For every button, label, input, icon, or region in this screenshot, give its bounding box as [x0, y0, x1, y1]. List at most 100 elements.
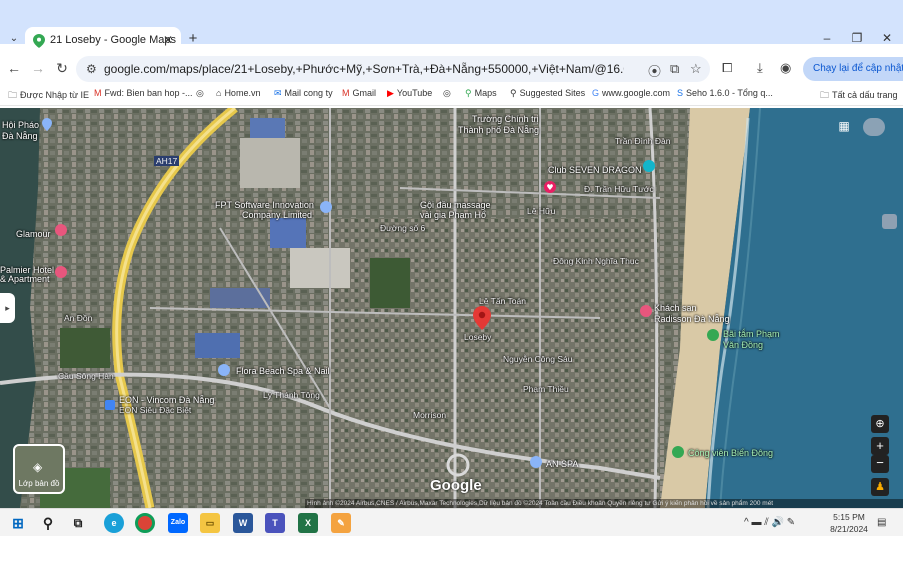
spa-poi-icon[interactable]	[643, 159, 655, 173]
map-label[interactable]: & Apartment	[0, 274, 50, 284]
restore-button[interactable]: ❐	[850, 31, 864, 45]
bookmark-item[interactable]: ◎	[443, 88, 454, 99]
map-label[interactable]: EON - Vincom Đà Nẵng	[119, 395, 214, 405]
notification-icon[interactable]: ▤	[877, 517, 886, 528]
file-explorer-icon[interactable]: ▭	[200, 513, 220, 533]
bookmark-item[interactable]: ✉ Mail cong ty	[274, 88, 333, 99]
pegman-icon[interactable]: ♟	[871, 478, 889, 496]
minimize-button[interactable]: –	[820, 31, 834, 45]
map-label[interactable]: AN SPA	[546, 459, 578, 469]
tab-search-button[interactable]: ⌄	[6, 31, 22, 47]
system-tray[interactable]: ^ ▬ ⫽ 🔊 ✎	[744, 517, 795, 528]
close-window-button[interactable]: ✕	[880, 31, 894, 45]
bookmark-item[interactable]: M Gmail	[342, 88, 376, 98]
location-icon[interactable]: ⦿	[648, 61, 661, 80]
beach-poi-icon[interactable]	[707, 328, 719, 342]
street-label: Lê Hữu	[527, 206, 556, 216]
relaunch-update-button[interactable]: Chạy lại để cập nhật ⋮	[803, 57, 903, 81]
map-label[interactable]: Company Limited	[242, 210, 312, 220]
tab-active[interactable]: 21 Loseby - Google Maps ✕	[25, 27, 181, 55]
map-label[interactable]: Trường Chính trị	[472, 114, 539, 124]
account-avatar[interactable]	[863, 118, 885, 136]
bookmark-item[interactable]: ⌂ Home.vn	[216, 88, 260, 98]
map-label[interactable]: Thành phố Đà Nẵng	[458, 125, 539, 135]
chrome-icon[interactable]	[135, 513, 155, 533]
site-info-icon[interactable]: ⚙	[86, 62, 97, 76]
windows-start-icon[interactable]: ⊞	[8, 513, 28, 533]
park-poi-icon[interactable]	[672, 445, 684, 459]
hotel-poi-icon[interactable]	[55, 265, 67, 279]
back-button[interactable]: ←	[6, 60, 22, 76]
bookmark-item[interactable]: ◎	[196, 88, 207, 99]
bookmark-item[interactable]: M Fwd: Bien ban hop -...	[94, 88, 193, 98]
word-icon[interactable]: W	[233, 513, 253, 533]
layers-button[interactable]: ◈ Lớp bản đồ	[13, 444, 65, 494]
download-icon[interactable]: ⤓	[757, 60, 763, 76]
street-label: An Đồn	[64, 313, 93, 323]
map-label[interactable]: Văn Đồng	[723, 340, 763, 350]
url-text[interactable]: google.com/maps/place/21+Loseby,+Phước+M…	[104, 62, 624, 76]
zoom-in-button[interactable]: +	[871, 437, 889, 455]
poi-marker-icon[interactable]	[42, 118, 52, 131]
map-label[interactable]: FPT Software Innovation	[215, 200, 314, 210]
location-pin-icon[interactable]	[473, 306, 491, 330]
edge-icon[interactable]: e	[104, 513, 124, 533]
my-location-icon[interactable]: ⊕	[871, 415, 889, 433]
bookmark-item[interactable]: ▶ YouTube	[387, 88, 432, 99]
highway-shield: AH17	[154, 156, 180, 166]
task-view-icon[interactable]: ⧉	[68, 513, 88, 533]
map-label[interactable]: Khách sạn	[654, 303, 697, 313]
new-tab-button[interactable]: +	[186, 31, 200, 47]
street-view-thumbnail[interactable]	[882, 214, 897, 229]
excel-icon[interactable]: X	[298, 513, 318, 533]
map-label[interactable]: Club SEVEN DRAGON	[548, 165, 642, 175]
maps-favicon-icon	[33, 34, 45, 48]
layers-icon: ◈	[33, 460, 43, 474]
tab-close-icon[interactable]: ✕	[163, 33, 173, 47]
extensions-icon[interactable]: ⧠	[722, 60, 732, 76]
address-bar[interactable]: ⚙ google.com/maps/place/21+Loseby,+Phước…	[76, 56, 710, 82]
windows-taskbar: ⊞ ⚲ ⧉ e Zalo ▭ W T X ✎ ^ ▬ ⫽ 🔊 ✎ 5:15 PM…	[0, 508, 903, 536]
map-label[interactable]: Gội đầu massage	[420, 200, 491, 210]
install-app-icon[interactable]: ⧉	[670, 61, 679, 77]
profile-avatar-icon[interactable]: ◉	[780, 60, 791, 76]
map-label[interactable]: vải gia Phạm Hổ	[420, 210, 486, 220]
reload-button[interactable]: ↻	[54, 60, 70, 76]
bookmark-item[interactable]: Gwww.google.com	[592, 88, 670, 98]
map-label[interactable]: EON Siêu Đặc Biệt	[119, 405, 191, 415]
hotel-poi-icon[interactable]	[640, 304, 652, 318]
bookmark-item[interactable]: ⚲ Suggested Sites	[510, 88, 585, 99]
forward-button[interactable]: →	[30, 60, 46, 76]
map-label[interactable]: Bãi tắm Phạm	[723, 329, 780, 339]
paint-icon[interactable]: ✎	[331, 513, 351, 533]
hotel-poi-icon[interactable]	[55, 223, 67, 237]
search-icon[interactable]: ⚲	[38, 513, 58, 533]
clock[interactable]: 5:15 PM 8/21/2024	[826, 511, 872, 535]
apps-grid-icon[interactable]: ▦	[838, 120, 850, 132]
spa-poi-icon[interactable]	[530, 455, 542, 469]
shopping-poi-icon[interactable]	[104, 398, 116, 412]
bookmark-item[interactable]: 🗀 Được Nhập từ IE	[8, 88, 89, 104]
map-label[interactable]: Flora Beach Spa & Nail	[236, 366, 330, 376]
map-label[interactable]: Công viên Biển Đông	[688, 448, 773, 458]
map-label[interactable]: Đà Nẵng	[2, 131, 38, 141]
screen: ⌄ 21 Loseby - Google Maps ✕ + – ❐ ✕ ← → …	[0, 0, 903, 563]
bottom-blank	[0, 536, 903, 563]
spa-poi-icon[interactable]	[218, 363, 230, 377]
expand-side-panel-button[interactable]: ▸	[0, 293, 15, 323]
bookmark-item[interactable]: ⚲ Maps	[465, 88, 497, 99]
bookmark-item[interactable]: S Seho 1.6.0 - Tổng q...	[677, 88, 773, 98]
heart-poi-icon[interactable]: ♥	[544, 180, 556, 194]
teams-icon[interactable]: T	[265, 513, 285, 533]
map-label[interactable]: Hội Pháo	[2, 120, 39, 130]
map-label[interactable]: Radisson Đà Nẵng	[654, 314, 730, 324]
map-label[interactable]: Glamour	[16, 229, 51, 239]
street-label: Phạm Thiều	[523, 384, 569, 394]
bookmark-star-icon[interactable]: ☆	[690, 61, 702, 77]
company-poi-icon[interactable]	[320, 200, 332, 214]
map-canvas[interactable]: Hội Pháo Đà Nẵng Trường Chính trị Thành …	[0, 108, 903, 508]
street-label: Lý Thánh Tông	[263, 390, 320, 400]
zoom-out-button[interactable]: −	[871, 455, 889, 473]
all-bookmarks-button[interactable]: 🗀 Tất cả dấu trang	[820, 88, 898, 104]
zalo-icon[interactable]: Zalo	[168, 513, 188, 533]
